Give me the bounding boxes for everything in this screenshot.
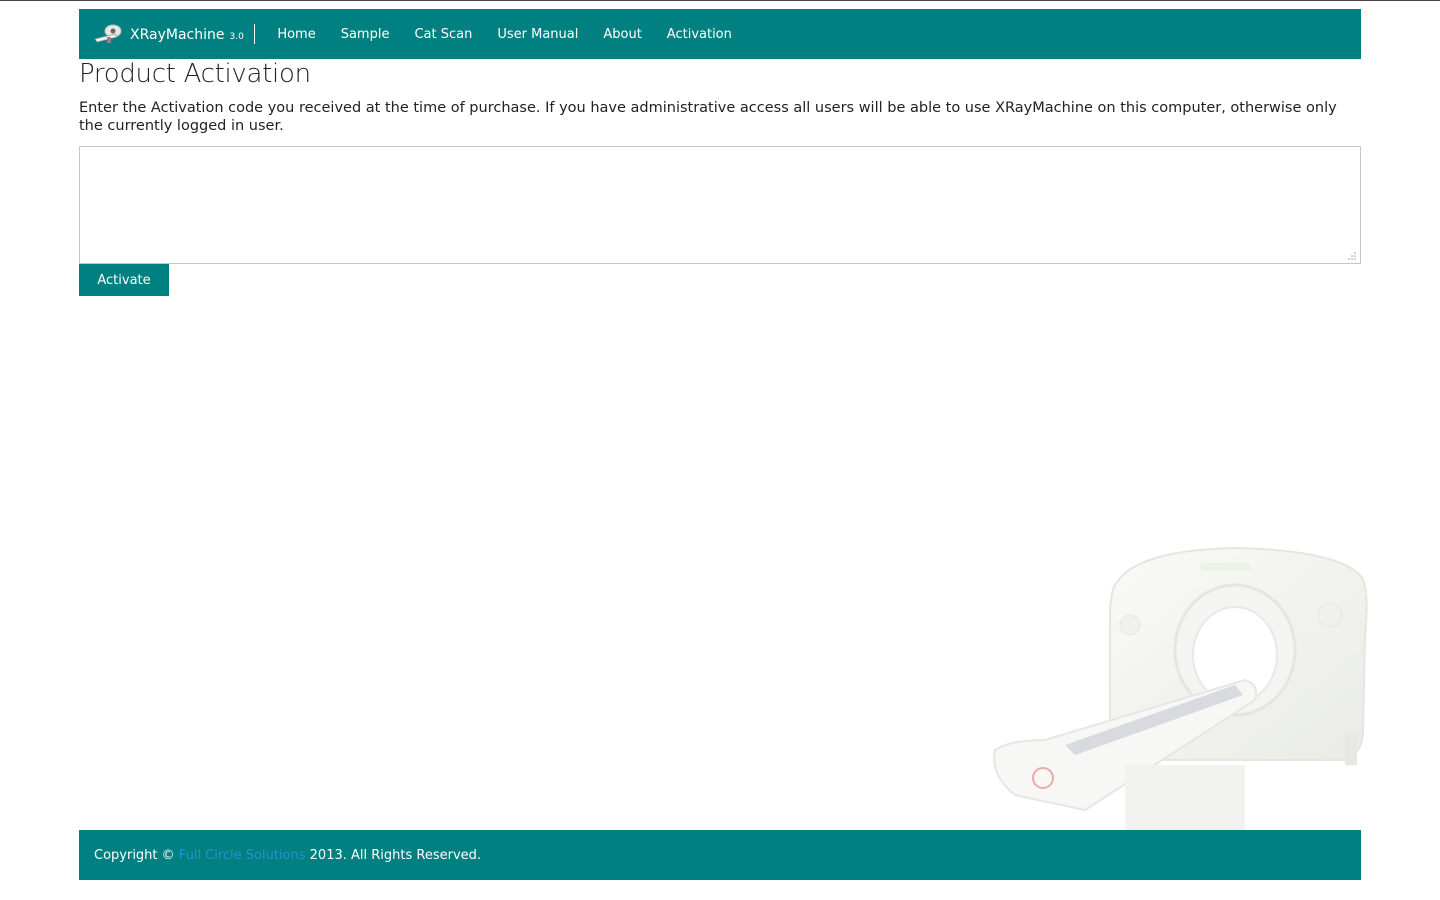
nav-menu: Home Sample Cat Scan User Manual About A… — [265, 9, 745, 59]
xray-machine-icon — [94, 24, 122, 43]
footer-copyright-prefix: Copyright © — [94, 847, 179, 863]
footer: Copyright © Full Circle Solutions 2013. … — [79, 830, 1361, 880]
activate-button[interactable]: Activate — [79, 264, 169, 296]
nav-item-user-manual[interactable]: User Manual — [485, 9, 591, 59]
nav-item-home[interactable]: Home — [265, 9, 328, 59]
footer-company-link[interactable]: Full Circle Solutions — [179, 848, 306, 863]
nav-item-sample[interactable]: Sample — [328, 9, 402, 59]
brand[interactable]: XRayMachine 3.0 — [79, 9, 255, 59]
ct-scanner-illustration — [993, 546, 1368, 830]
activation-code-input[interactable] — [79, 146, 1361, 264]
footer-copyright-suffix: 2013. All Rights Reserved. — [305, 847, 482, 863]
window-top-border — [0, 0, 1440, 1]
nav-item-cat-scan[interactable]: Cat Scan — [402, 9, 485, 59]
activation-instructions: Enter the Activation code you received a… — [79, 100, 1337, 134]
brand-divider — [253, 24, 255, 44]
page-title: Product Activation — [79, 59, 311, 89]
brand-name: XRayMachine — [130, 27, 225, 43]
brand-version: 3.0 — [229, 32, 244, 42]
nav-item-activation[interactable]: Activation — [654, 9, 744, 59]
nav-item-about[interactable]: About — [591, 9, 654, 59]
navbar: XRayMachine 3.0 Home Sample Cat Scan Use… — [79, 9, 1361, 59]
resize-grip-icon[interactable] — [1345, 249, 1357, 261]
